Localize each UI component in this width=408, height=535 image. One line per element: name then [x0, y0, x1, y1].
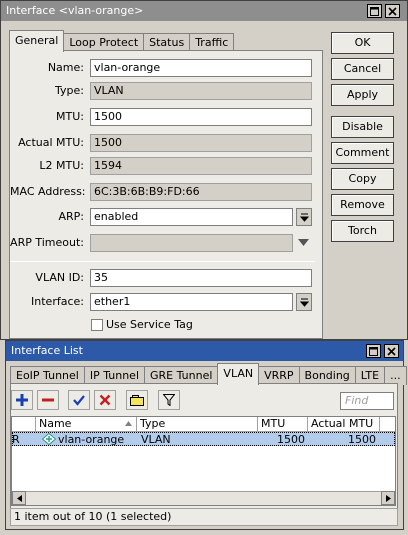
comment-item-button[interactable] — [126, 390, 148, 410]
list-title: Interface List — [11, 344, 83, 357]
tab-vlan[interactable]: VLAN — [217, 363, 260, 385]
mac-address-field: 6C:3B:6B:B9:FD:66 — [90, 183, 312, 201]
use-service-tag-checkbox[interactable] — [91, 319, 103, 331]
minimize-button[interactable] — [367, 4, 382, 18]
find-input[interactable]: Find — [340, 392, 394, 410]
dropdown-arrow-icon — [299, 298, 309, 307]
close-icon — [388, 6, 397, 16]
comment-icon — [130, 394, 144, 406]
dialog-titlebar[interactable]: Interface <vlan-orange> — [1, 1, 407, 21]
interface-dropdown-button[interactable] — [296, 293, 312, 311]
filter-icon — [163, 394, 175, 406]
torch-button[interactable]: Torch — [331, 220, 394, 242]
vlan-interface-icon — [42, 433, 56, 445]
minimize-icon — [370, 6, 379, 16]
horizontal-scrollbar[interactable] — [12, 491, 395, 505]
copy-button[interactable]: Copy — [331, 168, 394, 190]
vlan-id-field[interactable]: 35 — [90, 269, 312, 287]
l2-mtu-field: 1594 — [90, 157, 312, 175]
remove-item-button[interactable] — [37, 390, 59, 410]
arp-timeout-field — [90, 234, 293, 252]
list-tabs: EoIP Tunnel IP Tunnel GRE Tunnel VLAN VR… — [10, 362, 407, 385]
mac-address-label: MAC Address: — [10, 185, 86, 198]
flag-column-header[interactable] — [12, 417, 36, 432]
l2-mtu-label: L2 MTU: — [39, 159, 84, 172]
name-column-header[interactable]: Name — [36, 417, 137, 432]
arp-select[interactable]: enabled — [90, 208, 293, 226]
enable-icon — [73, 395, 85, 406]
dialog-title: Interface <vlan-orange> — [6, 4, 144, 17]
scroll-left-button[interactable] — [12, 491, 26, 505]
name-label: Name: — [47, 61, 84, 74]
list-titlebar[interactable]: Interface List — [6, 341, 403, 361]
status-text: 1 item out of 10 (1 selected) — [14, 510, 172, 523]
row-name: vlan-orange — [58, 433, 125, 446]
list-close-button[interactable] — [384, 344, 399, 358]
row-actual-mtu: 1500 — [348, 433, 376, 446]
scroll-left-icon — [16, 494, 22, 502]
scroll-right-icon — [385, 494, 391, 502]
row-mtu: 1500 — [277, 433, 305, 446]
enable-button[interactable] — [68, 390, 90, 410]
arp-dropdown-button[interactable] — [296, 208, 312, 226]
close-icon — [387, 346, 396, 356]
ok-button[interactable]: OK — [331, 32, 394, 54]
remove-button[interactable]: Remove — [331, 194, 394, 216]
dropdown-arrow-icon — [299, 213, 309, 222]
type-field: VLAN — [90, 82, 312, 100]
add-button[interactable] — [11, 390, 33, 410]
comment-button[interactable]: Comment — [331, 142, 394, 164]
list-minimize-button[interactable] — [366, 344, 381, 358]
find-placeholder: Find — [345, 394, 369, 407]
cancel-button[interactable]: Cancel — [331, 58, 394, 80]
interface-label: Interface: — [31, 295, 84, 308]
row-type: VLAN — [141, 433, 171, 446]
vlan-id-label: VLAN ID: — [35, 271, 84, 284]
arp-label: ARP: — [58, 210, 84, 223]
arp-timeout-arrow-icon — [298, 239, 309, 246]
tab-general[interactable]: General — [9, 30, 65, 52]
scroll-right-button[interactable] — [381, 491, 395, 505]
mtu-field[interactable]: 1500 — [90, 108, 312, 126]
type-label: Type: — [55, 84, 84, 97]
remove-icon — [42, 398, 54, 402]
actual-mtu-field: 1500 — [90, 134, 312, 152]
actual-mtu-label: Actual MTU: — [18, 136, 84, 149]
status-bar: 1 item out of 10 (1 selected) — [10, 508, 398, 526]
filter-button[interactable] — [158, 390, 180, 410]
close-button[interactable] — [385, 4, 400, 18]
arp-timeout-label: ARP Timeout: — [10, 236, 84, 249]
minimize-icon — [369, 346, 378, 356]
interface-select[interactable]: ether1 — [90, 293, 293, 311]
type-column-header[interactable]: Type — [137, 417, 258, 432]
row-flag: R — [12, 433, 20, 446]
apply-button[interactable]: Apply — [331, 84, 394, 106]
name-field[interactable]: vlan-orange — [90, 59, 312, 77]
sort-arrow-icon — [125, 421, 132, 426]
section-divider — [10, 261, 315, 262]
use-service-tag-label: Use Service Tag — [106, 318, 193, 331]
mtu-column-header[interactable]: MTU — [258, 417, 308, 432]
actual-mtu-column-header[interactable]: Actual MTU — [308, 417, 380, 432]
disable-button[interactable]: Disable — [331, 116, 394, 138]
disable-icon — [99, 394, 111, 406]
dialog-tabs: General Loop Protect Status Traffic — [9, 29, 235, 52]
disable-item-button[interactable] — [94, 390, 116, 410]
mtu-label: MTU: — [56, 110, 84, 123]
add-icon — [16, 394, 28, 406]
